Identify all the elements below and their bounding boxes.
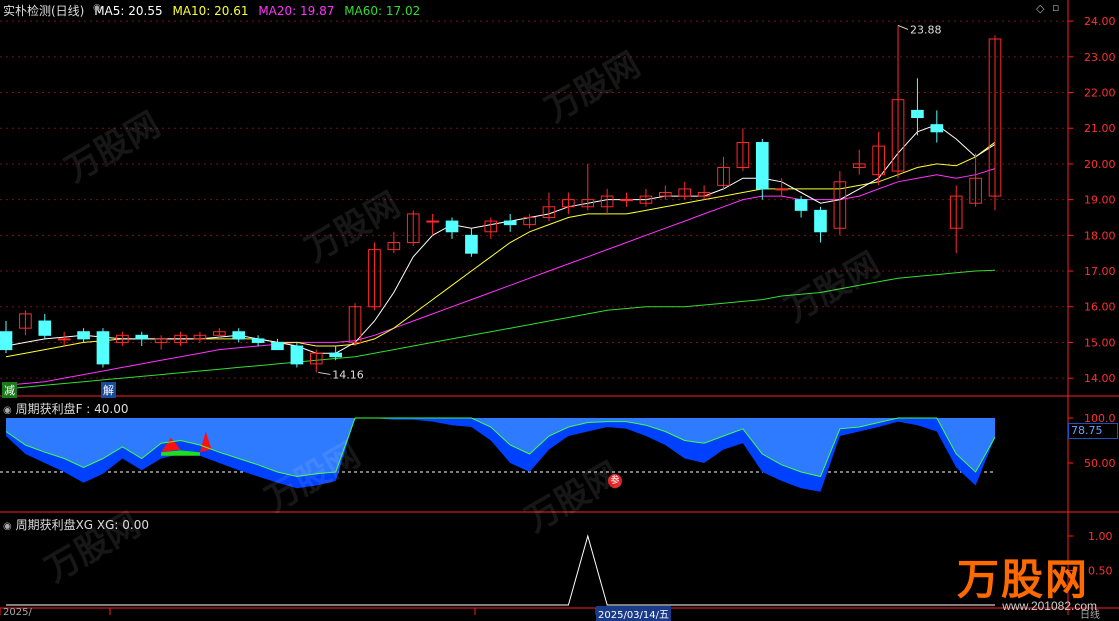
candle-body: [465, 234, 478, 254]
candle-body: [96, 331, 110, 365]
panel3-title: 周期获利盘XG XG: 0.00: [15, 518, 149, 532]
candle-body: [77, 331, 90, 340]
candle-body: [911, 109, 924, 119]
main-header: 实朴检测(日线) MA5: 20.55 MA10: 20.61 MA20: 19…: [3, 2, 420, 19]
panel2-collapse-icon[interactable]: ◉: [3, 405, 12, 416]
candle-body: [814, 209, 827, 233]
buy-signal-tag: 解: [101, 382, 116, 398]
panel2-title: 周期获利盘F : 40.00: [15, 402, 129, 416]
price-tick-label: 21.00: [1084, 122, 1116, 135]
ma5-legend: MA5: 20.55: [94, 4, 163, 18]
price-tick-label: 15.00: [1084, 336, 1116, 349]
ma10-legend: MA10: 20.61: [172, 4, 249, 18]
xg-line: [6, 534, 995, 606]
candle-body: [0, 331, 13, 351]
candle-body: [329, 352, 342, 358]
high-price-label: 23.88: [910, 23, 942, 36]
candle-body: [57, 338, 71, 341]
high-price-pointer: [897, 24, 909, 30]
candle-body: [271, 341, 284, 351]
ma20-line: [5, 168, 996, 386]
candle-body: [232, 331, 246, 340]
chart-canvas[interactable]: 24.00 23.00 22.00 21.00 20.00 19.00 18.00 17.00…: [0, 0, 1119, 615]
sell-signal-tag: 减: [2, 382, 17, 398]
ma60-legend: MA60: 17.02: [344, 4, 421, 18]
candle-body: [251, 338, 265, 343]
brand-logo: 万股网: [956, 555, 1089, 604]
ma10-line: [5, 141, 996, 358]
profit-current-value: 78.75: [1068, 423, 1118, 439]
ma5-line: [5, 124, 996, 354]
xg-tick-label: 0.50: [1088, 565, 1113, 578]
candle-body: [135, 334, 149, 340]
stock-title: 实朴检测(日线): [3, 4, 85, 18]
low-price-pointer: [318, 371, 331, 375]
candle-body: [445, 220, 459, 233]
price-tick-label: 22.00: [1084, 87, 1116, 100]
candle-body: [426, 220, 439, 223]
price-tick-label: 18.00: [1084, 229, 1116, 242]
bottom-date-cursor: 2025/03/14/五: [596, 606, 672, 621]
xg-tick-label: 1.00: [1088, 530, 1113, 543]
candle-body: [290, 345, 304, 365]
price-tick-label: 20.00: [1084, 158, 1116, 171]
candle-body: [503, 220, 517, 226]
price-tick-label: 23.00: [1084, 51, 1116, 64]
price-tick-label: 14.00: [1084, 372, 1116, 385]
diamond-icon[interactable]: ◇: [1036, 2, 1044, 15]
profit-tick-label: 50.00: [1084, 457, 1116, 470]
price-tick-label: 16.00: [1084, 301, 1116, 314]
bottom-date-left: 2025/: [3, 607, 32, 618]
candle-body: [794, 199, 808, 211]
price-tick-label: 17.00: [1084, 265, 1116, 278]
chevron-down-icon[interactable]: ◉: [93, 3, 101, 13]
candle-body: [620, 199, 633, 202]
price-tick-label: 19.00: [1084, 194, 1116, 207]
ma60-line: [5, 269, 996, 390]
expand-icon[interactable]: ▫: [1052, 1, 1059, 14]
ref-badge: 参: [608, 474, 622, 488]
ma20-legend: MA20: 19.87: [258, 4, 335, 18]
panel2-header: ◉ 周期获利盘F : 40.00: [3, 400, 129, 417]
low-price-label: 14.16: [332, 368, 364, 381]
stock-chart-window: 24.00 23.00 22.00 21.00 20.00 19.00 18.00 17.00…: [0, 0, 1119, 621]
candle-body: [755, 142, 769, 190]
candle-body: [775, 188, 789, 191]
brand-logo-url: www.201082.com: [1002, 599, 1097, 613]
price-tick-label: 24.00: [1084, 15, 1116, 28]
panel3-header: ◉ 周期获利盘XG XG: 0.00: [3, 516, 149, 533]
candle-body: [38, 320, 52, 336]
candle-body: [930, 124, 944, 133]
panel3-collapse-icon[interactable]: ◉: [3, 521, 12, 532]
